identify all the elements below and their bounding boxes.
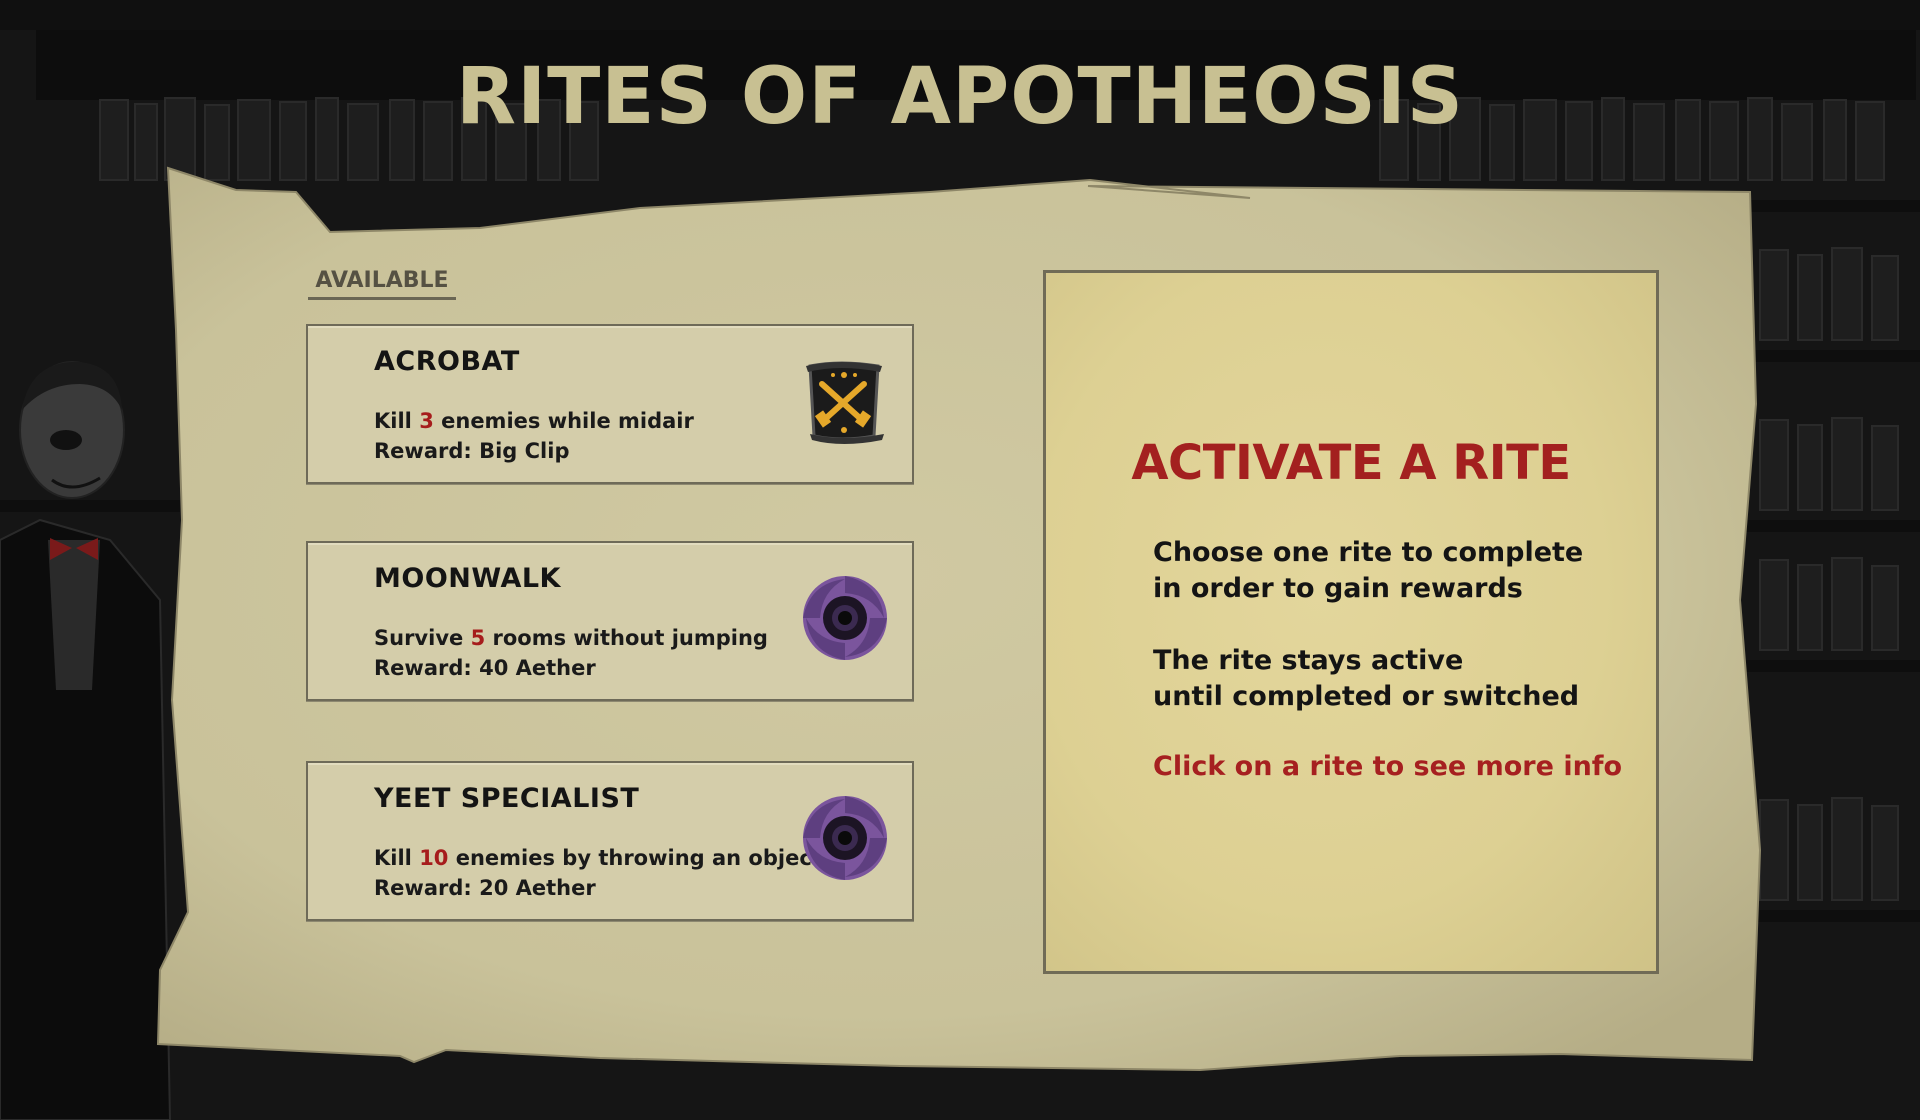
rite-name: YEET SPECIALIST [374, 783, 640, 814]
rite-count: 5 [470, 626, 486, 650]
rite-count: 10 [419, 846, 449, 870]
rite-card-yeet-specialist[interactable]: YEET SPECIALIST Kill 10 enemies by throw… [306, 761, 914, 921]
rite-name: MOONWALK [374, 563, 561, 594]
aether-vortex-icon [803, 796, 887, 880]
aether-vortex-icon [803, 576, 887, 660]
info-text-stays-active: The rite stays active until completed or… [1153, 645, 1580, 712]
rite-name: ACROBAT [374, 346, 520, 377]
info-title: ACTIVATE A RITE [1131, 435, 1571, 491]
rite-reward: Reward: 20 Aether [374, 876, 596, 900]
rite-description: Kill 3 enemies while midair Reward: Big … [374, 406, 694, 466]
info-hint: Click on a rite to see more info [1153, 751, 1623, 782]
rite-card-moonwalk[interactable]: MOONWALK Survive 5 rooms without jumping… [306, 541, 914, 701]
rite-reward: Reward: Big Clip [374, 439, 570, 463]
rite-reward: Reward: 40 Aether [374, 656, 596, 680]
rite-info-panel: ACTIVATE A RITE Choose one rite to compl… [1043, 270, 1659, 974]
available-section-label: AVAILABLE [308, 268, 456, 300]
rite-count: 3 [419, 409, 434, 433]
rite-card-acrobat[interactable]: ACROBAT Kill 3 enemies while midair Rewa… [306, 324, 914, 484]
rite-description: Kill 10 enemies by throwing an object Re… [374, 843, 822, 903]
crossed-pistols-scroll-icon [806, 361, 884, 444]
info-text-choose: Choose one rite to complete in order to … [1153, 537, 1584, 604]
rite-description: Survive 5 rooms without jumping Reward: … [374, 623, 768, 683]
